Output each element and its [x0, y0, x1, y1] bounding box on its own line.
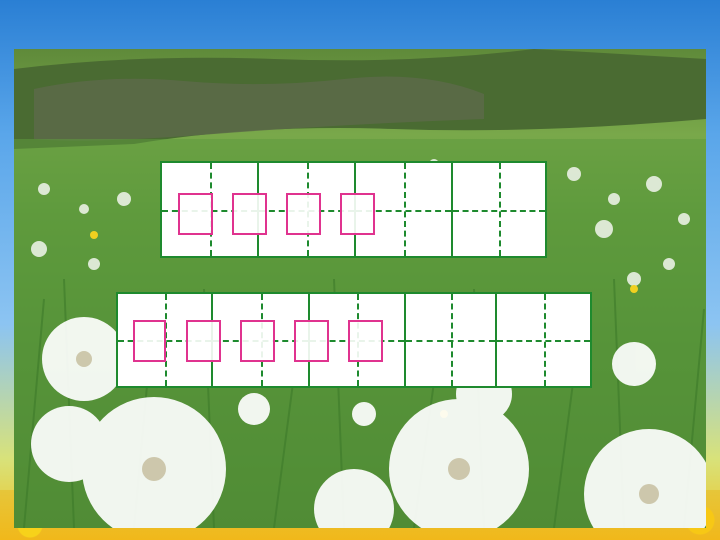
- answer-box[interactable]: [240, 320, 275, 362]
- grid-cell[interactable]: [453, 163, 545, 256]
- answer-box[interactable]: [286, 193, 321, 235]
- answer-box[interactable]: [348, 320, 383, 362]
- answer-box[interactable]: [178, 193, 213, 235]
- meadow-illustration: [14, 49, 706, 528]
- answer-box[interactable]: [232, 193, 267, 235]
- grid-cell[interactable]: [497, 294, 590, 386]
- answer-box[interactable]: [340, 193, 375, 235]
- dandelion-meadow-photo: [14, 49, 706, 528]
- answer-box[interactable]: [133, 320, 166, 362]
- grid-cell[interactable]: [406, 294, 497, 386]
- answer-box[interactable]: [186, 320, 221, 362]
- answer-box[interactable]: [294, 320, 329, 362]
